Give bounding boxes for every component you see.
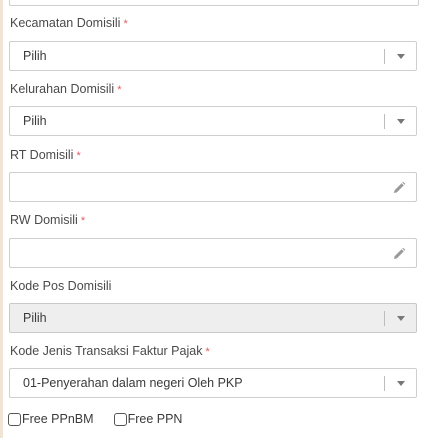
rw-label: RW Domisili * <box>10 213 85 227</box>
kecamatan-select[interactable]: Pilih <box>9 41 417 71</box>
left-edge-strip <box>0 0 3 438</box>
kelurahan-label-text: Kelurahan Domisili <box>10 82 115 96</box>
select-separator <box>384 376 385 391</box>
required-mark: * <box>123 18 128 30</box>
select-separator <box>384 114 385 129</box>
checkbox-box[interactable] <box>8 412 21 426</box>
chevron-down-icon[interactable] <box>397 316 405 321</box>
previous-field-edge[interactable] <box>9 0 419 6</box>
required-mark: * <box>205 346 210 358</box>
select-separator <box>384 49 385 64</box>
kelurahan-select[interactable]: Pilih <box>9 106 417 136</box>
kode-pos-label: Kode Pos Domisili <box>10 279 111 293</box>
kelurahan-select-value: Pilih <box>23 114 47 128</box>
kode-jenis-transaksi-select[interactable]: 01-Penyerahan dalam negeri Oleh PKP <box>9 368 417 398</box>
chevron-down-icon[interactable] <box>397 381 405 386</box>
pencil-icon[interactable] <box>392 247 406 261</box>
pencil-icon[interactable] <box>392 181 406 195</box>
kode-pos-select[interactable]: Pilih <box>9 303 417 333</box>
form-page: Kecamatan Domisili * Pilih Kelurahan Domi… <box>0 0 428 438</box>
required-mark: * <box>76 150 81 162</box>
rt-label-text: RT Domisili <box>10 148 74 162</box>
rt-label: RT Domisili * <box>10 148 81 162</box>
kode-jenis-transaksi-select-value: 01-Penyerahan dalam negeri Oleh PKP <box>23 376 243 390</box>
kode-pos-label-text: Kode Pos Domisili <box>10 279 112 293</box>
kode-pos-select-value: Pilih <box>23 311 47 325</box>
kecamatan-label: Kecamatan Domisili * <box>10 16 128 30</box>
rw-input[interactable] <box>9 238 417 268</box>
chevron-down-icon[interactable] <box>397 119 405 124</box>
free-ppnbm-checkbox[interactable]: Free PPnBM <box>8 412 94 426</box>
kode-jenis-transaksi-label: Kode Jenis Transaksi Faktur Pajak * <box>10 344 210 358</box>
free-ppn-label: Free PPN <box>127 412 183 426</box>
free-ppn-checkbox[interactable]: Free PPN <box>113 412 183 426</box>
kecamatan-select-value: Pilih <box>23 49 47 63</box>
checkbox-row: Free PPnBM Free PPN <box>8 412 202 426</box>
chevron-down-icon[interactable] <box>397 54 405 59</box>
kecamatan-label-text: Kecamatan Domisili <box>10 16 121 30</box>
kelurahan-label: Kelurahan Domisili * <box>10 82 122 96</box>
kode-jenis-transaksi-label-text: Kode Jenis Transaksi Faktur Pajak <box>10 344 203 358</box>
required-mark: * <box>80 215 86 227</box>
select-separator <box>384 311 385 326</box>
checkbox-box[interactable] <box>113 412 127 426</box>
required-mark: * <box>117 84 122 96</box>
rw-label-text: RW Domisili <box>10 213 78 227</box>
rt-input[interactable] <box>9 172 417 202</box>
free-ppnbm-label: Free PPnBM <box>22 412 94 426</box>
